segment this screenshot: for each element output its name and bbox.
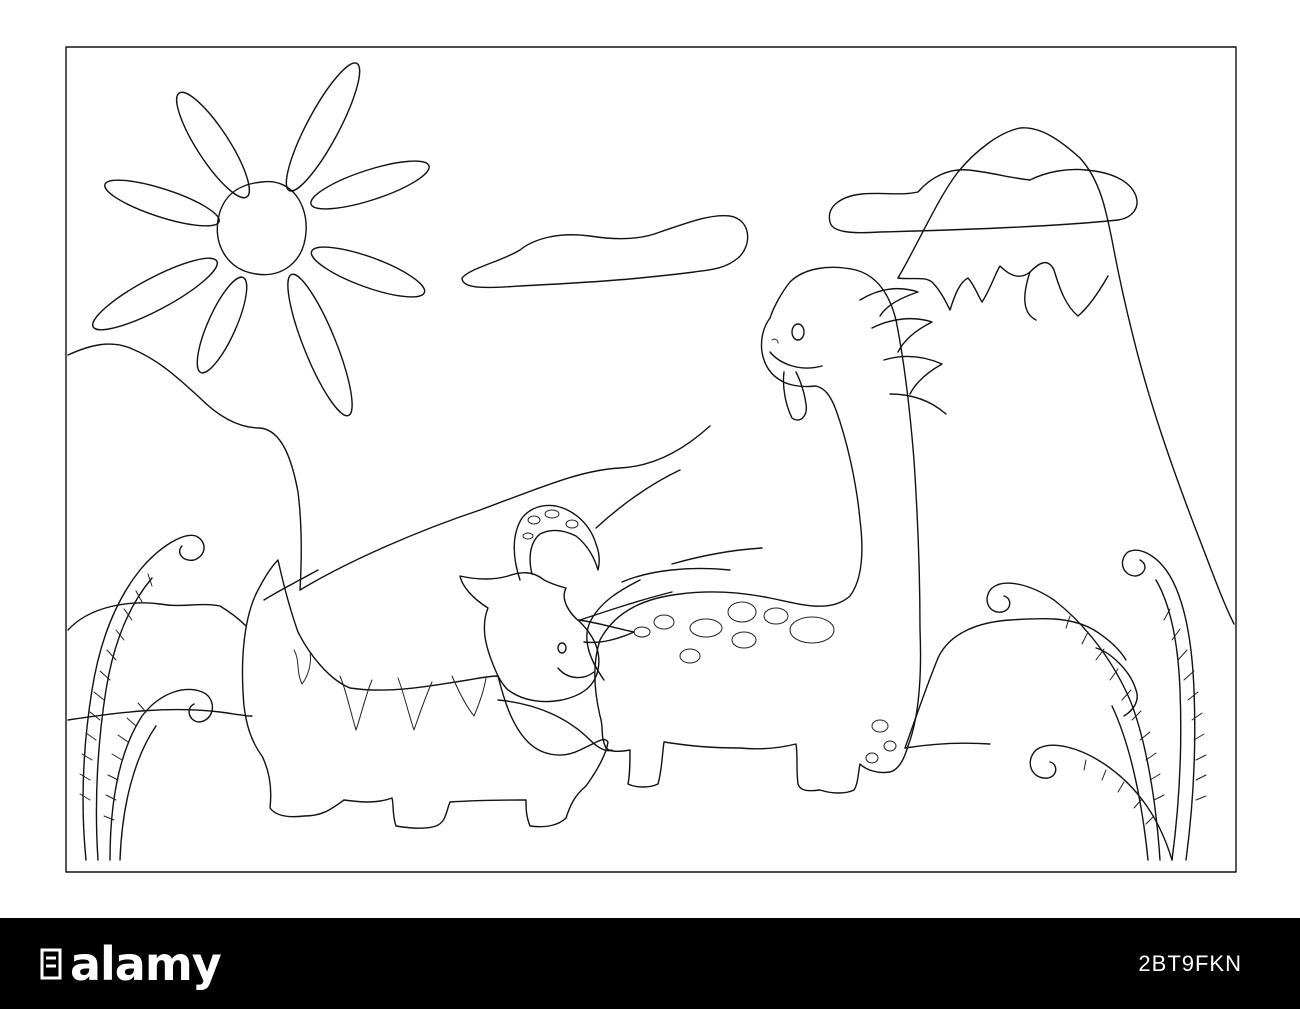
horned-dinosaur-smile (557, 667, 595, 679)
long-neck-dinosaur-tail (586, 579, 641, 681)
horned-dinosaur-eye (557, 642, 567, 654)
long-neck-dinosaur-nostril (771, 338, 779, 344)
background-hills (67, 343, 1138, 752)
long-neck-dinosaur-spikes (579, 288, 947, 621)
alamy-mark-icon (40, 948, 62, 979)
alamy-logo: alamy (38, 936, 222, 991)
brand-name: alamy (70, 936, 222, 991)
coloring-page-illustration (65, 46, 1237, 873)
long-neck-dinosaur-eye (791, 323, 805, 341)
image-id: 2BT9FKN (1138, 950, 1242, 976)
long-neck-dinosaur-spots (633, 601, 897, 764)
cloud-left (461, 214, 749, 289)
long-neck-dinosaur (579, 266, 947, 794)
long-neck-dinosaur-tongue (782, 371, 807, 421)
cloud-right (828, 168, 1138, 234)
sun-rays (92, 62, 430, 417)
volcano (897, 127, 1235, 625)
long-neck-dinosaur-body (594, 266, 922, 794)
ferns (79, 534, 1207, 861)
long-neck-dinosaur-smile (769, 351, 823, 369)
horned-dinosaur-body (241, 559, 609, 829)
horned-dinosaur-head (459, 572, 600, 703)
watermark-bar: alamy 2BT9FKN (0, 918, 1300, 1009)
sun (92, 62, 430, 417)
horned-dinosaur-crest-spots (522, 509, 579, 540)
sun-disc (216, 180, 307, 276)
